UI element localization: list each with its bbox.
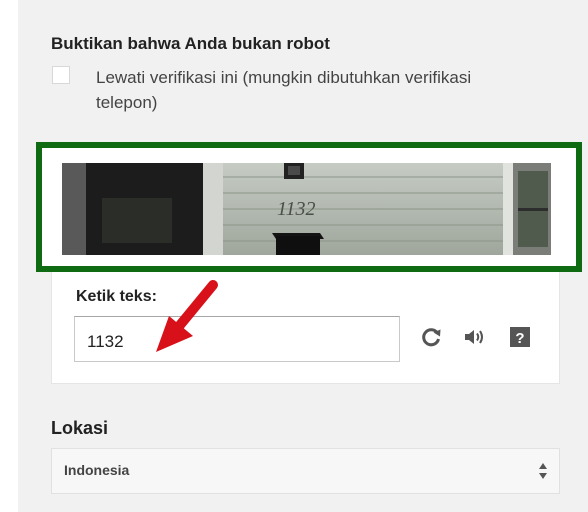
location-select[interactable]: Indonesia [51,448,560,494]
audio-icon[interactable] [462,324,488,350]
captcha-image: 1132 [62,163,551,255]
skip-verification-label[interactable]: Lewati verifikasi ini (mungkin dibutuhka… [96,65,496,115]
svg-text:?: ? [515,330,524,347]
location-label: Lokasi [51,418,109,438]
skip-verification-checkbox[interactable] [52,66,70,84]
page-left-margin [0,0,18,512]
captcha-house-number: 1132 [277,198,316,220]
captcha-highlight-frame: 1132 [36,142,582,272]
captcha-photo: 1132 [62,163,551,255]
select-arrows-icon [539,463,547,479]
red-arrow-icon [156,280,218,352]
verification-heading: Buktikan bahwa Anda bukan robot [51,34,330,53]
location-selected-value: Indonesia [64,462,130,478]
captcha-input[interactable] [74,316,400,362]
help-icon[interactable]: ? [508,324,532,350]
captcha-type-label: Ketik teks: [76,288,157,305]
refresh-icon[interactable] [418,324,444,350]
